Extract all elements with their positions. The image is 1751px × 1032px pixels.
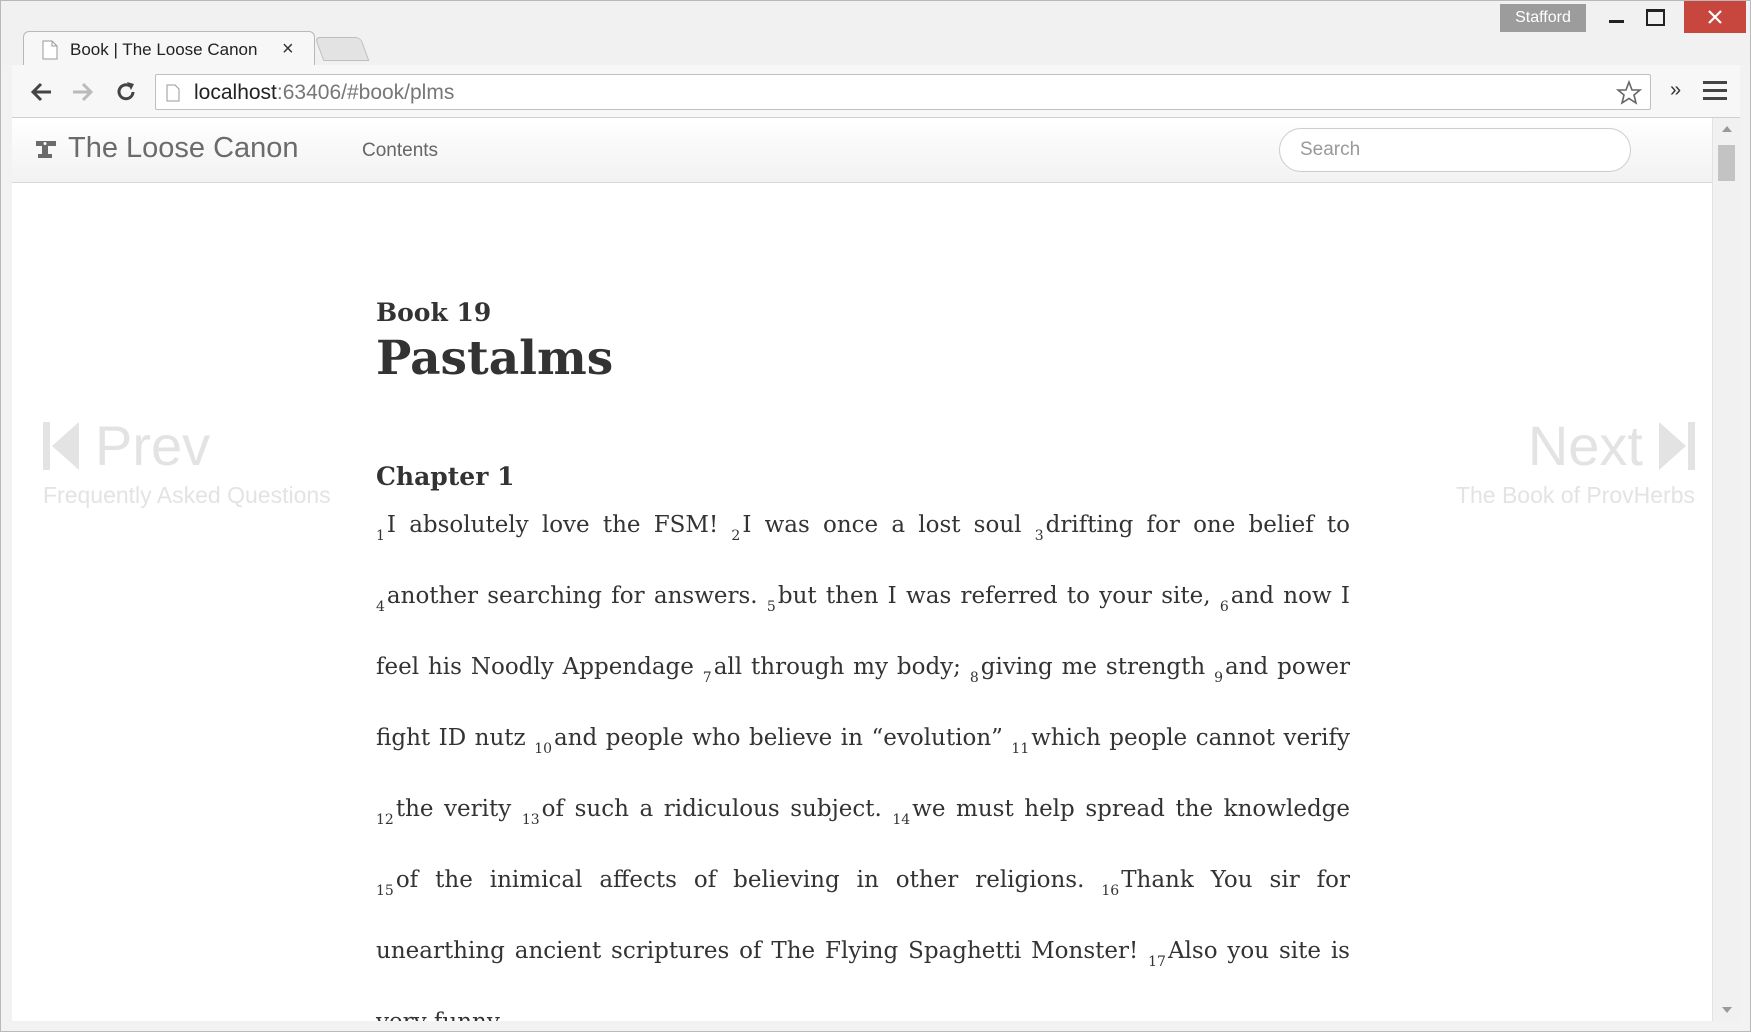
verse-number: 2 — [731, 528, 741, 544]
reload-button[interactable] — [111, 77, 141, 107]
back-button[interactable] — [26, 77, 56, 107]
verse-number: 17 — [1148, 954, 1166, 970]
page-icon — [166, 84, 180, 102]
verse-text: another searching for answers. — [386, 583, 767, 609]
maximize-button[interactable] — [1632, 1, 1678, 33]
tab-close-button[interactable]: × — [282, 38, 294, 61]
verse-number: 10 — [534, 741, 553, 757]
book-number: Book 19 — [376, 298, 492, 327]
book-content: Book 19 Pastalms Chapter 1 1I absolutely… — [376, 298, 1350, 1021]
bookmark-star-icon[interactable] — [1616, 80, 1642, 106]
verse-text: the verity — [395, 796, 522, 822]
page-viewport: The Loose Canon Contents Prev Frequently… — [12, 118, 1712, 1021]
close-window-button[interactable] — [1684, 1, 1746, 33]
close-icon — [1708, 10, 1722, 24]
browser-menu-button[interactable] — [1703, 81, 1727, 101]
vertical-scrollbar[interactable] — [1712, 118, 1740, 1021]
book-title: Pastalms — [376, 331, 614, 386]
verse-text: all through my body; — [713, 654, 970, 680]
verse-text: of the inimical affects of believing in … — [395, 867, 1102, 893]
prev-book-link[interactable]: Prev Frequently Asked Questions — [43, 418, 331, 509]
verse-text: of such a ridiculous subject. — [541, 796, 893, 822]
verse-text: but then I was referred to your site, — [777, 583, 1220, 609]
verse-number: 5 — [766, 599, 776, 615]
verse-number: 15 — [376, 883, 394, 899]
verse-text: I absolutely love the FSM! — [386, 512, 732, 538]
canon-icon — [36, 140, 56, 158]
verse-number: 11 — [1011, 741, 1030, 757]
reload-icon — [117, 82, 135, 101]
tab-active[interactable]: Book | The Loose Canon × — [23, 31, 315, 67]
skip-back-icon — [43, 422, 79, 470]
menu-icon-bar — [1703, 81, 1727, 84]
page-icon — [42, 40, 58, 60]
verse-number: 13 — [521, 812, 540, 828]
profile-button[interactable]: Stafford — [1500, 4, 1586, 32]
arrow-right-icon — [73, 82, 94, 102]
chapter-text: 1I absolutely love the FSM! 2I was once … — [376, 495, 1350, 1021]
site-navbar: The Loose Canon Contents — [12, 118, 1712, 183]
scrollbar-thumb[interactable] — [1718, 145, 1735, 181]
prev-label: Prev — [95, 414, 211, 477]
verse-text: I was once a lost soul — [742, 512, 1035, 538]
menu-icon-bar — [1703, 97, 1727, 100]
forward-button[interactable] — [68, 77, 98, 107]
verse-text: drifting for one belief to — [1045, 512, 1350, 538]
extensions-overflow-button[interactable]: » — [1670, 79, 1681, 102]
verse-number: 3 — [1034, 528, 1044, 544]
site-brand-name: The Loose Canon — [68, 132, 299, 164]
verse-text: giving me strength — [980, 654, 1215, 680]
next-book-link[interactable]: Next The Book of ProvHerbs — [1456, 418, 1695, 509]
verse-number: 14 — [892, 812, 911, 828]
arrow-left-icon — [30, 82, 51, 102]
prev-target-title: Frequently Asked Questions — [43, 482, 331, 508]
url-text: localhost:63406/#book/plms — [194, 81, 454, 105]
next-label: Next — [1527, 414, 1643, 477]
search-input[interactable] — [1279, 128, 1631, 172]
scroll-down-arrow-icon[interactable] — [1722, 1007, 1732, 1013]
verse-number: 8 — [969, 670, 979, 686]
skip-forward-icon — [1659, 422, 1695, 470]
url-path: :63406/#book/plms — [276, 81, 455, 104]
verse-text: and people who believe in “evolution” — [554, 725, 1012, 751]
nav-contents-link[interactable]: Contents — [362, 140, 438, 162]
tab-title: Book | The Loose Canon — [70, 40, 258, 59]
verse-number: 16 — [1101, 883, 1120, 899]
verse-number: 6 — [1219, 599, 1229, 615]
verse-number: 1 — [376, 528, 385, 544]
site-brand-link[interactable]: The Loose Canon — [34, 132, 299, 165]
address-bar[interactable]: localhost:63406/#book/plms — [155, 74, 1651, 110]
next-target-title: The Book of ProvHerbs — [1455, 482, 1695, 508]
title-bar: Stafford Book | The Loose Canon × — [1, 1, 1750, 67]
verse-text: we must help spread the knowledge — [912, 796, 1350, 822]
minimize-icon — [1608, 19, 1624, 23]
verse-number: 9 — [1214, 670, 1223, 686]
scroll-up-arrow-icon[interactable] — [1722, 126, 1732, 132]
url-host: localhost — [194, 81, 277, 104]
maximize-icon — [1645, 8, 1665, 26]
verse-number: 12 — [376, 812, 394, 828]
browser-toolbar: localhost:63406/#book/plms » — [12, 65, 1740, 118]
browser-window: Stafford Book | The Loose Canon × localh… — [0, 0, 1751, 1032]
verse-text: which people cannot verify — [1031, 725, 1350, 751]
verse-number: 4 — [376, 599, 385, 615]
menu-icon-bar — [1703, 89, 1727, 92]
new-tab-button[interactable] — [314, 37, 370, 61]
verse-number: 7 — [702, 670, 712, 686]
chapter-heading: Chapter 1 — [376, 462, 515, 491]
